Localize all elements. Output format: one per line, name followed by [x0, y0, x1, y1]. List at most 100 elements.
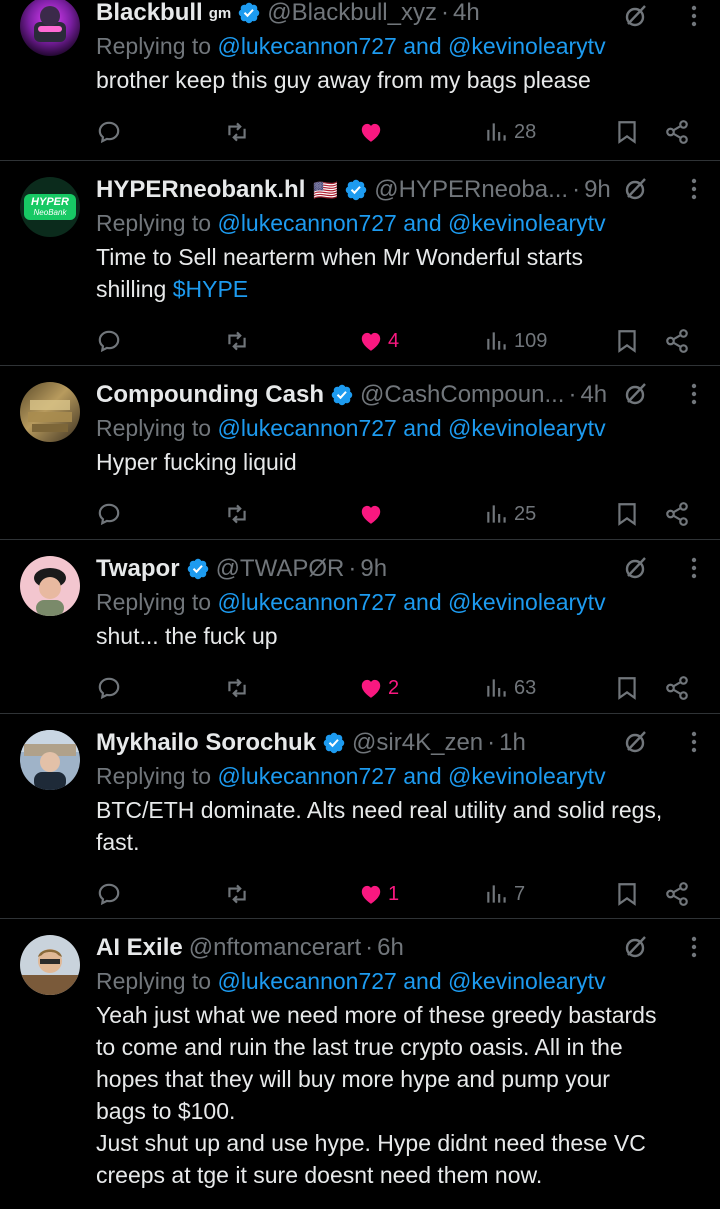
more-options-icon[interactable] — [684, 176, 704, 202]
reply-item[interactable]: HYPER NeoBank HYPERneobank.hl 🇺🇸 @HYPERn… — [0, 161, 720, 366]
views-button[interactable]: 109 — [484, 328, 547, 354]
timestamp[interactable]: 4h — [580, 381, 607, 409]
like-button[interactable]: 4 — [358, 328, 399, 354]
avatar-image — [28, 400, 72, 432]
handle[interactable]: @TWAPØR — [216, 555, 345, 583]
avatar[interactable] — [20, 730, 80, 790]
mention-link[interactable]: @lukecannon727 — [217, 210, 396, 236]
avatar[interactable]: HYPER NeoBank — [20, 177, 80, 237]
mention-link[interactable]: @lukecannon727 — [217, 33, 396, 59]
share-button[interactable] — [664, 881, 690, 907]
views-button[interactable]: 7 — [484, 881, 525, 907]
share-button[interactable] — [664, 119, 690, 145]
repost-button[interactable] — [224, 328, 250, 354]
handle[interactable]: @Blackbull_xyz — [267, 0, 437, 27]
timestamp[interactable]: 9h — [584, 176, 611, 204]
grok-icon[interactable] — [622, 175, 650, 203]
mention-link[interactable]: @lukecannon727 — [217, 968, 396, 994]
grok-icon[interactable] — [622, 380, 650, 408]
reply-item[interactable]: AI Exile @nftomancerart · 6h Replying to… — [0, 919, 720, 1209]
like-button[interactable] — [358, 119, 384, 145]
reply-header: Twapor @TWAPØR · 9h — [96, 554, 704, 584]
replying-to: Replying to @lukecannon727 and @kevinole… — [96, 33, 606, 59]
grok-icon[interactable] — [622, 2, 650, 30]
handle[interactable]: @HYPERneoba... — [374, 176, 568, 204]
timestamp[interactable]: 4h — [453, 0, 480, 27]
display-name[interactable]: HYPERneobank.hl — [96, 176, 305, 204]
reply-icon — [98, 677, 120, 700]
repost-button[interactable] — [224, 501, 250, 527]
views-button[interactable]: 25 — [484, 501, 536, 527]
repost-button[interactable] — [224, 675, 250, 701]
verified-icon — [323, 732, 345, 754]
display-name[interactable]: Twapor — [96, 555, 180, 583]
bookmark-icon — [618, 121, 636, 144]
mention-link[interactable]: @kevinolearytv — [448, 210, 606, 236]
timestamp[interactable]: 9h — [360, 555, 387, 583]
share-icon — [666, 882, 688, 906]
avatar[interactable] — [20, 556, 80, 616]
reply-text: Hyper fucking liquid — [96, 449, 297, 475]
repost-icon — [228, 122, 246, 142]
mention-link[interactable]: @lukecannon727 — [217, 763, 396, 789]
more-options-icon[interactable] — [684, 934, 704, 960]
handle[interactable]: @nftomancerart — [189, 934, 361, 962]
views-button[interactable]: 28 — [484, 119, 536, 145]
like-button[interactable]: 2 — [358, 675, 399, 701]
bookmark-button[interactable] — [614, 501, 640, 527]
bookmark-button[interactable] — [614, 328, 640, 354]
display-name[interactable]: Blackbull — [96, 0, 203, 27]
more-options-icon[interactable] — [684, 381, 704, 407]
views-button[interactable]: 63 — [484, 675, 536, 701]
repost-button[interactable] — [224, 119, 250, 145]
reply-item[interactable]: Compounding Cash @CashCompoun... · 4h Re… — [0, 366, 720, 540]
grok-icon[interactable] — [622, 933, 650, 961]
timestamp[interactable]: 1h — [499, 729, 526, 757]
reply-item[interactable]: Twapor @TWAPØR · 9h Replying to @lukecan… — [0, 540, 720, 714]
mention-link[interactable]: @kevinolearytv — [448, 968, 606, 994]
more-options-icon[interactable] — [684, 729, 704, 755]
reply-button[interactable] — [96, 675, 122, 701]
share-icon — [666, 676, 688, 700]
display-name[interactable]: Compounding Cash — [96, 381, 324, 409]
cashtag-link[interactable]: $HYPE — [173, 276, 248, 302]
more-options-icon[interactable] — [684, 3, 704, 29]
replies-feed: Blackbull gm @Blackbull_xyz · 4h Replyin… — [0, 0, 720, 1209]
repost-button[interactable] — [224, 881, 250, 907]
mention-link[interactable]: @lukecannon727 — [217, 415, 396, 441]
mention-link[interactable]: @kevinolearytv — [448, 589, 606, 615]
reply-item[interactable]: Mykhailo Sorochuk @sir4K_zen · 1h Replyi… — [0, 714, 720, 919]
share-button[interactable] — [664, 501, 690, 527]
action-bar: 28 — [96, 114, 704, 150]
bookmark-button[interactable] — [614, 119, 640, 145]
avatar[interactable] — [20, 382, 80, 442]
reply-button[interactable] — [96, 119, 122, 145]
bookmark-button[interactable] — [614, 675, 640, 701]
mention-link[interactable]: @lukecannon727 — [217, 589, 396, 615]
bookmark-button[interactable] — [614, 881, 640, 907]
reply-button[interactable] — [96, 501, 122, 527]
handle[interactable]: @sir4K_zen — [352, 729, 483, 757]
mention-link[interactable]: @kevinolearytv — [448, 763, 606, 789]
avatar[interactable] — [20, 0, 80, 56]
repost-icon — [228, 678, 246, 698]
mention-link[interactable]: @kevinolearytv — [448, 33, 606, 59]
display-name[interactable]: Mykhailo Sorochuk — [96, 729, 316, 757]
views-count: 7 — [514, 882, 526, 905]
avatar[interactable] — [20, 935, 80, 995]
like-button[interactable] — [358, 501, 384, 527]
display-name[interactable]: AI Exile — [96, 934, 183, 962]
share-button[interactable] — [664, 675, 690, 701]
timestamp[interactable]: 6h — [377, 934, 404, 962]
reply-button[interactable] — [96, 328, 122, 354]
mention-link[interactable]: @kevinolearytv — [448, 415, 606, 441]
reply-header: Blackbull gm @Blackbull_xyz · 4h — [96, 0, 704, 28]
share-button[interactable] — [664, 328, 690, 354]
like-button[interactable]: 1 — [358, 881, 399, 907]
grok-icon[interactable] — [622, 554, 650, 582]
reply-button[interactable] — [96, 881, 122, 907]
grok-icon[interactable] — [622, 728, 650, 756]
reply-item[interactable]: Blackbull gm @Blackbull_xyz · 4h Replyin… — [0, 0, 720, 161]
more-options-icon[interactable] — [684, 555, 704, 581]
handle[interactable]: @CashCompoun... — [360, 381, 564, 409]
